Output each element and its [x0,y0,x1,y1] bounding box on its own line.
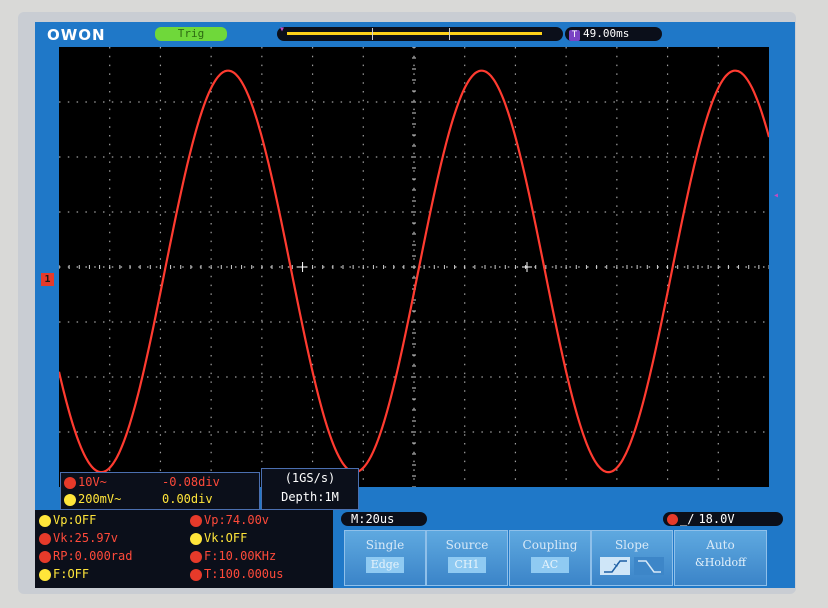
brand-logo: OWON [47,26,106,44]
ch2-icon [64,493,76,506]
ch1-offset: -0.08div [162,475,220,489]
channel-info-panel: 10V~ -0.08div 200mV~ 0.00div [60,472,260,510]
ch1-info-row: 10V~ -0.08div [64,474,259,490]
ch2-info-row: 200mV~ 0.00div [64,491,259,507]
ch1-icon [190,568,202,581]
waveform-display [59,47,769,487]
ch1-icon [667,514,678,525]
menu-source-button[interactable]: Source CH1 [426,530,508,586]
ch2-icon [39,514,51,527]
waveform-graticule [59,47,769,487]
record-depth: Depth:1M [281,490,339,504]
menu-auto-button[interactable]: Auto &Holdoff [674,530,767,586]
ch1-level-marker[interactable]: 1 [41,273,54,286]
ch1-icon [190,550,202,563]
trigger-level-marker[interactable]: ◂ [773,190,779,201]
horizontal-position-readout: T 49.00ms [565,27,662,41]
measure-value: Vp:74.00v [204,513,270,527]
menu-slope-button[interactable]: Slope [591,530,673,586]
trigger-position-marker: ▾ [279,24,286,35]
ch2-icon [39,568,51,581]
measurement-panel: Vp:OFF Vp:74.00v Vk:25.97v Vk:OFF RP:0.0… [35,510,333,588]
ch1-waveform-trace [59,69,769,474]
memory-position-bar [277,27,563,41]
acquisition-info-panel: (1GS/s) Depth:1M [261,468,359,510]
menu-coupling-value: AC [531,557,569,573]
sample-rate: (1GS/s) [284,471,336,485]
measure-value: Vk:25.97v [53,531,119,545]
horizontal-position-value: 49.00ms [583,27,630,40]
measure-value: F:OFF [53,567,90,581]
menu-source-title: Source [445,538,489,552]
measure-t-ch1: T:100.000us [190,566,283,583]
menu-coupling-button[interactable]: Coupling AC [509,530,591,586]
measure-value: T:100.000us [204,567,284,581]
menu-auto-value: &Holdoff [694,556,746,569]
trigger-level-value: 18.0V [698,512,735,526]
menu-single-button[interactable]: Single Edge [344,530,426,586]
menu-single-title: Single [365,538,405,552]
measure-rp-ch1: RP:0.000rad [39,548,132,565]
trigger-status-badge: Trig [155,27,227,41]
time-icon: T [569,30,580,41]
measure-vk-ch2: Vk:OFF [190,530,247,547]
menu-coupling-title: Coupling [522,538,578,552]
memory-window-indicator [287,32,542,35]
measure-value: F:10.00KHz [204,549,277,563]
oscilloscope-screen: OWON Trig ▾ T49.00ms ▾ 1 ◂ 10V~ -0.08div… [35,22,795,588]
ch2-scale: 200mV~ [78,492,122,506]
measure-value: RP:0.000rad [53,549,133,563]
ch1-icon [39,532,51,545]
timebase-readout: M:20us [341,512,427,526]
ch1-icon [190,514,202,527]
menu-source-value: CH1 [448,557,486,573]
rising-slope-icon[interactable] [600,557,630,575]
ch1-icon [64,476,76,489]
measure-value: Vp:OFF [53,513,97,527]
falling-slope-icon[interactable] [634,557,664,575]
memory-tick [372,28,373,40]
measure-vp-ch2: Vp:OFF [39,512,96,529]
ch1-scale: 10V~ [78,475,107,489]
menu-slope-title: Slope [614,538,650,552]
falling-slope-glyph [638,560,661,573]
menu-auto-title: Auto [706,538,735,552]
menu-single-value: Edge [366,557,404,573]
rising-slope-glyph [604,560,627,573]
measure-f-ch2: F:OFF [39,566,89,583]
measure-value: Vk:OFF [204,531,248,545]
measure-vk-ch1: Vk:25.97v [39,530,118,547]
ch2-offset: 0.00div [162,492,213,506]
measure-f-ch1: F:10.00KHz [190,548,276,565]
ch2-icon [190,532,202,545]
slope-options [592,557,672,575]
trigger-info-readout: _/18.0V [663,512,783,526]
measure-vp-ch1: Vp:74.00v [190,512,269,529]
memory-tick [449,28,450,40]
ch1-icon [39,550,51,563]
rising-edge-icon: _/ [680,512,695,526]
